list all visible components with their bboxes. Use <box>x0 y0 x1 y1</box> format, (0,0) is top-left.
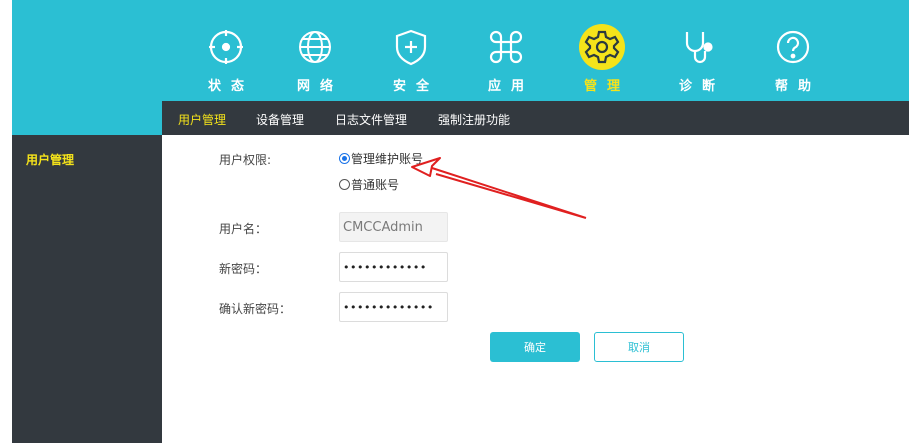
nav-label: 管理 <box>583 79 630 94</box>
nav-item-security[interactable]: 安全 <box>379 0 443 101</box>
sub-nav-bar: 用户管理 设备管理 日志文件管理 强制注册功能 <box>162 101 909 135</box>
nav-label: 帮助 <box>774 79 821 94</box>
nav-item-management[interactable]: 管理 <box>570 0 634 101</box>
cancel-button[interactable]: 取消 <box>594 332 684 362</box>
status-icon <box>203 24 249 70</box>
confirm-password-field[interactable]: ••••••••••••• <box>339 292 448 322</box>
help-icon <box>770 24 816 70</box>
subnav-log-management[interactable]: 日志文件管理 <box>335 101 407 135</box>
new-password-field[interactable]: •••••••••••• <box>339 252 448 282</box>
stethoscope-icon <box>674 24 720 70</box>
subnav-device-management[interactable]: 设备管理 <box>256 101 304 135</box>
confirm-password-label: 确认新密码： <box>219 302 292 316</box>
radio-admin-account[interactable]: 管理维护账号 <box>339 150 423 167</box>
nav-item-diagnosis[interactable]: 诊断 <box>665 0 729 101</box>
radio-button-checked[interactable] <box>339 153 350 164</box>
subnav-user-management[interactable]: 用户管理 <box>178 101 226 135</box>
nav-label: 状态 <box>207 79 254 94</box>
permission-label: 用户权限: <box>219 153 272 167</box>
radio-normal-account[interactable]: 普通账号 <box>339 176 399 193</box>
nav-label: 诊断 <box>678 79 725 94</box>
radio-label: 普通账号 <box>351 178 400 192</box>
new-password-label: 新密码： <box>219 262 268 276</box>
top-nav-bar: 状态 网络 安全 应用 管理 诊断 帮助 <box>12 0 909 101</box>
sidebar-header <box>12 101 162 135</box>
shield-icon <box>388 24 434 70</box>
radio-button[interactable] <box>339 179 350 190</box>
radio-label: 管理维护账号 <box>351 152 424 166</box>
nav-item-apps[interactable]: 应用 <box>474 0 538 101</box>
sidebar: 用户管理 <box>12 135 162 443</box>
nav-item-help[interactable]: 帮助 <box>761 0 825 101</box>
sidebar-item-user-management[interactable]: 用户管理 <box>26 151 74 168</box>
gear-icon <box>579 24 625 70</box>
confirm-button[interactable]: 确定 <box>490 332 580 362</box>
nav-item-status[interactable]: 状态 <box>194 0 258 101</box>
nav-label: 安全 <box>392 79 439 94</box>
command-icon <box>483 24 529 70</box>
username-label: 用户名： <box>219 222 268 236</box>
nav-label: 网络 <box>296 79 343 94</box>
nav-item-network[interactable]: 网络 <box>283 0 347 101</box>
nav-label: 应用 <box>487 79 534 94</box>
username-field: CMCCAdmin <box>339 212 448 242</box>
subnav-forced-registration[interactable]: 强制注册功能 <box>438 101 510 135</box>
globe-icon <box>292 24 338 70</box>
